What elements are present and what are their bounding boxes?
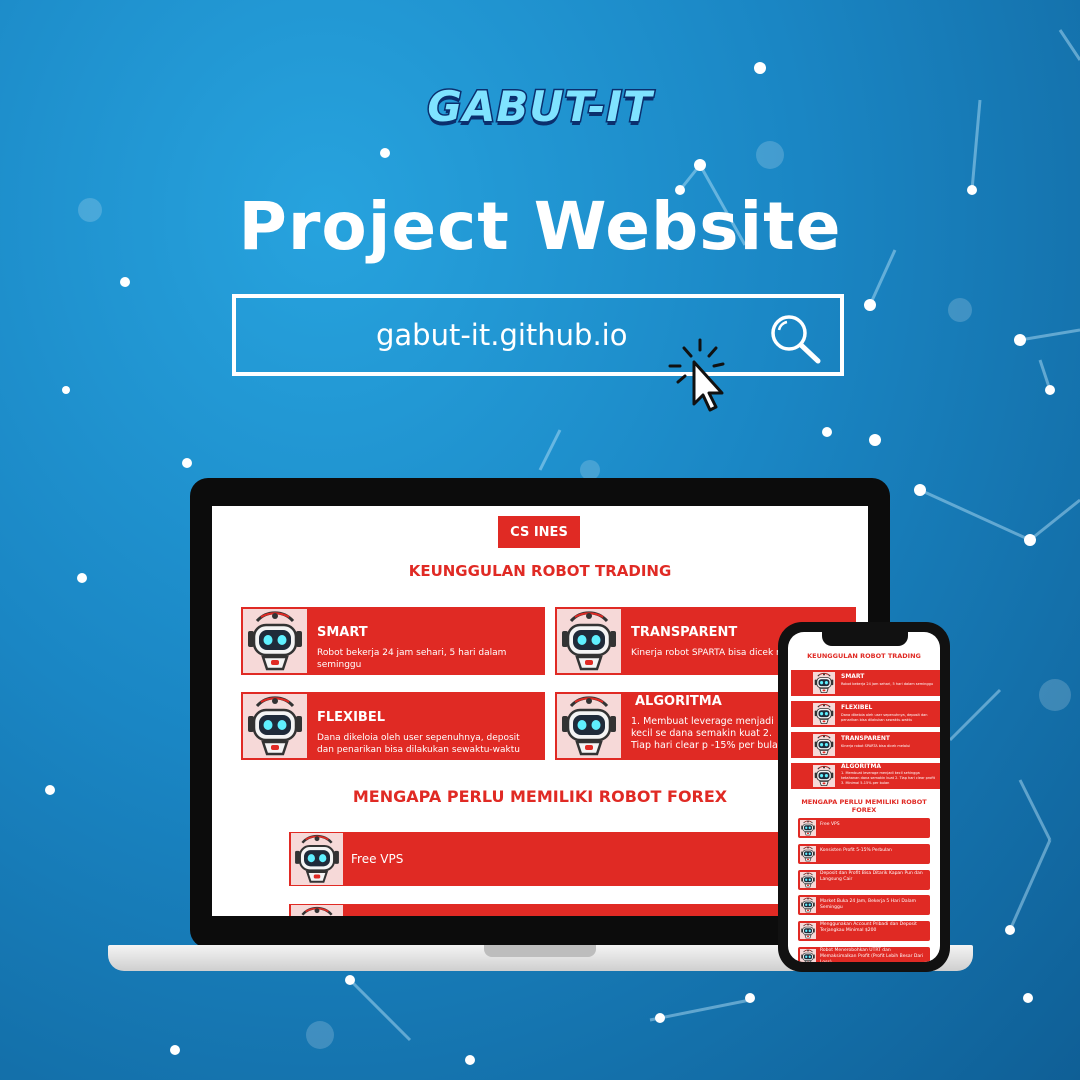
feature-title: FLEXIBEL — [317, 710, 385, 725]
feature-desc: Robot bekerja 24 jam sehari, 5 hari dala… — [317, 648, 507, 670]
feature-desc: Dana dikeloia oleh user sepenuhnya, depo… — [317, 733, 520, 755]
section-title-mengapa: MENGAPA PERLU MEMILIKI ROBOT FOREX — [352, 787, 728, 806]
reason-label: Free VPS — [820, 822, 840, 827]
page-title: Project Website — [238, 188, 842, 265]
reason-label: Deposit dan Profit Bisa Ditarik Kapan Pu… — [820, 871, 923, 882]
robot-icon — [800, 820, 816, 836]
robot-icon — [800, 846, 816, 862]
feature-card-smart[interactable]: SMART Robot bekerja 24 jam sehari, 5 har… — [241, 607, 545, 675]
feature-desc: Robot bekerja 24 jam sehari, 5 hari dala… — [841, 682, 934, 686]
brand-logo: GABUT-IT — [426, 81, 653, 133]
phone-reason-item[interactable]: Menggunakan Account Pribadi dan Deposit … — [798, 921, 930, 941]
phone-feature-card-flexibel[interactable]: FLEXIBEL Dana dikeloia oleh user sepenuh… — [791, 701, 940, 727]
phone-reason-item[interactable]: Robot Menerobohkan UTRT dan Memaksimalka… — [798, 947, 930, 962]
phone-website-view: KEUNGGULAN ROBOT TRADING SMART Robot bek… — [788, 632, 940, 962]
phone-reason-item[interactable]: Deposit dan Profit Bisa Ditarik Kapan Pu… — [798, 870, 930, 890]
feature-title: FLEXIBEL — [841, 704, 873, 711]
reason-label: Free VPS — [351, 852, 404, 866]
robot-icon — [813, 672, 835, 694]
robot-icon — [800, 872, 816, 888]
phone-reason-item[interactable]: Konsisten Profit 5-15% Perbulan — [798, 844, 930, 864]
feature-desc: 1. Membuat leverage menjadi kecil sehing… — [841, 771, 935, 785]
robot-icon — [800, 897, 816, 913]
url-text[interactable]: gabut-it.github.io — [376, 318, 627, 352]
reason-label: Konsisten Profit 5-15% Perbulan — [820, 848, 892, 853]
cs-ines-button[interactable]: CS INES — [498, 516, 580, 548]
feature-title: SMART — [841, 673, 865, 680]
robot-icon — [557, 694, 621, 758]
phone-reason-item[interactable]: Free VPS — [798, 818, 930, 838]
laptop-website-view: CS INES KEUNGGULAN ROBOT TRADING SMART R… — [212, 506, 868, 916]
phone-notch — [822, 630, 908, 646]
robot-icon — [291, 833, 343, 885]
robot-icon — [291, 905, 343, 916]
feature-desc: Kinerja robot SPARTA bisa dicek melalui — [841, 744, 911, 748]
robot-icon — [557, 609, 621, 673]
phone-section-title-keunggulan: KEUNGGULAN ROBOT TRADING — [807, 652, 921, 660]
search-icon[interactable] — [768, 312, 824, 366]
phone-section-title-mengapa: MENGAPA PERLU MEMILIKI ROBOT FOREX — [801, 798, 927, 814]
section-title-keunggulan: KEUNGGULAN ROBOT TRADING — [408, 562, 672, 580]
reason-label: Robot Menerobohkan UTRT dan Memaksimalka… — [820, 948, 924, 962]
feature-desc: 1. Membuat leverage menjadi kecil se dan… — [631, 716, 784, 751]
robot-icon — [800, 949, 816, 962]
robot-icon — [243, 694, 307, 758]
phone-feature-card-transparent[interactable]: TRANSPARENT Kinerja robot SPARTA bisa di… — [791, 732, 940, 758]
robot-icon — [243, 609, 307, 673]
feature-title: ALGORITMA — [635, 694, 722, 709]
phone-feature-card-algoritma[interactable]: ALGORITMA 1. Membuat leverage menjadi ke… — [791, 763, 940, 789]
robot-icon — [813, 765, 835, 787]
feature-title: SMART — [317, 625, 368, 640]
phone-feature-card-smart[interactable]: SMART Robot bekerja 24 jam sehari, 5 har… — [791, 670, 940, 696]
feature-card-flexibel[interactable]: FLEXIBEL Dana dikeloia oleh user sepenuh… — [241, 692, 545, 760]
feature-title: TRANSPARENT — [631, 625, 738, 640]
robot-icon — [813, 703, 835, 725]
feature-title: ALGORITMA — [841, 763, 882, 770]
url-search-bar[interactable]: gabut-it.github.io — [232, 294, 844, 376]
phone-reason-item[interactable]: Market Buka 24 Jam, Bekerja 5 Hari Dalam… — [798, 895, 930, 915]
feature-desc: Dana dikeloia oleh user sepenuhnya, depo… — [841, 713, 928, 722]
laptop-hinge-notch — [484, 945, 596, 957]
feature-title: TRANSPARENT — [841, 735, 891, 742]
mouse-pointer-icon — [668, 338, 725, 412]
reason-label: Menggunakan Account Pribadi dan Deposit … — [820, 922, 917, 933]
reason-label: Market Buka 24 Jam, Bekerja 5 Hari Dalam… — [820, 899, 916, 910]
robot-icon — [813, 734, 835, 756]
robot-icon — [800, 923, 816, 939]
